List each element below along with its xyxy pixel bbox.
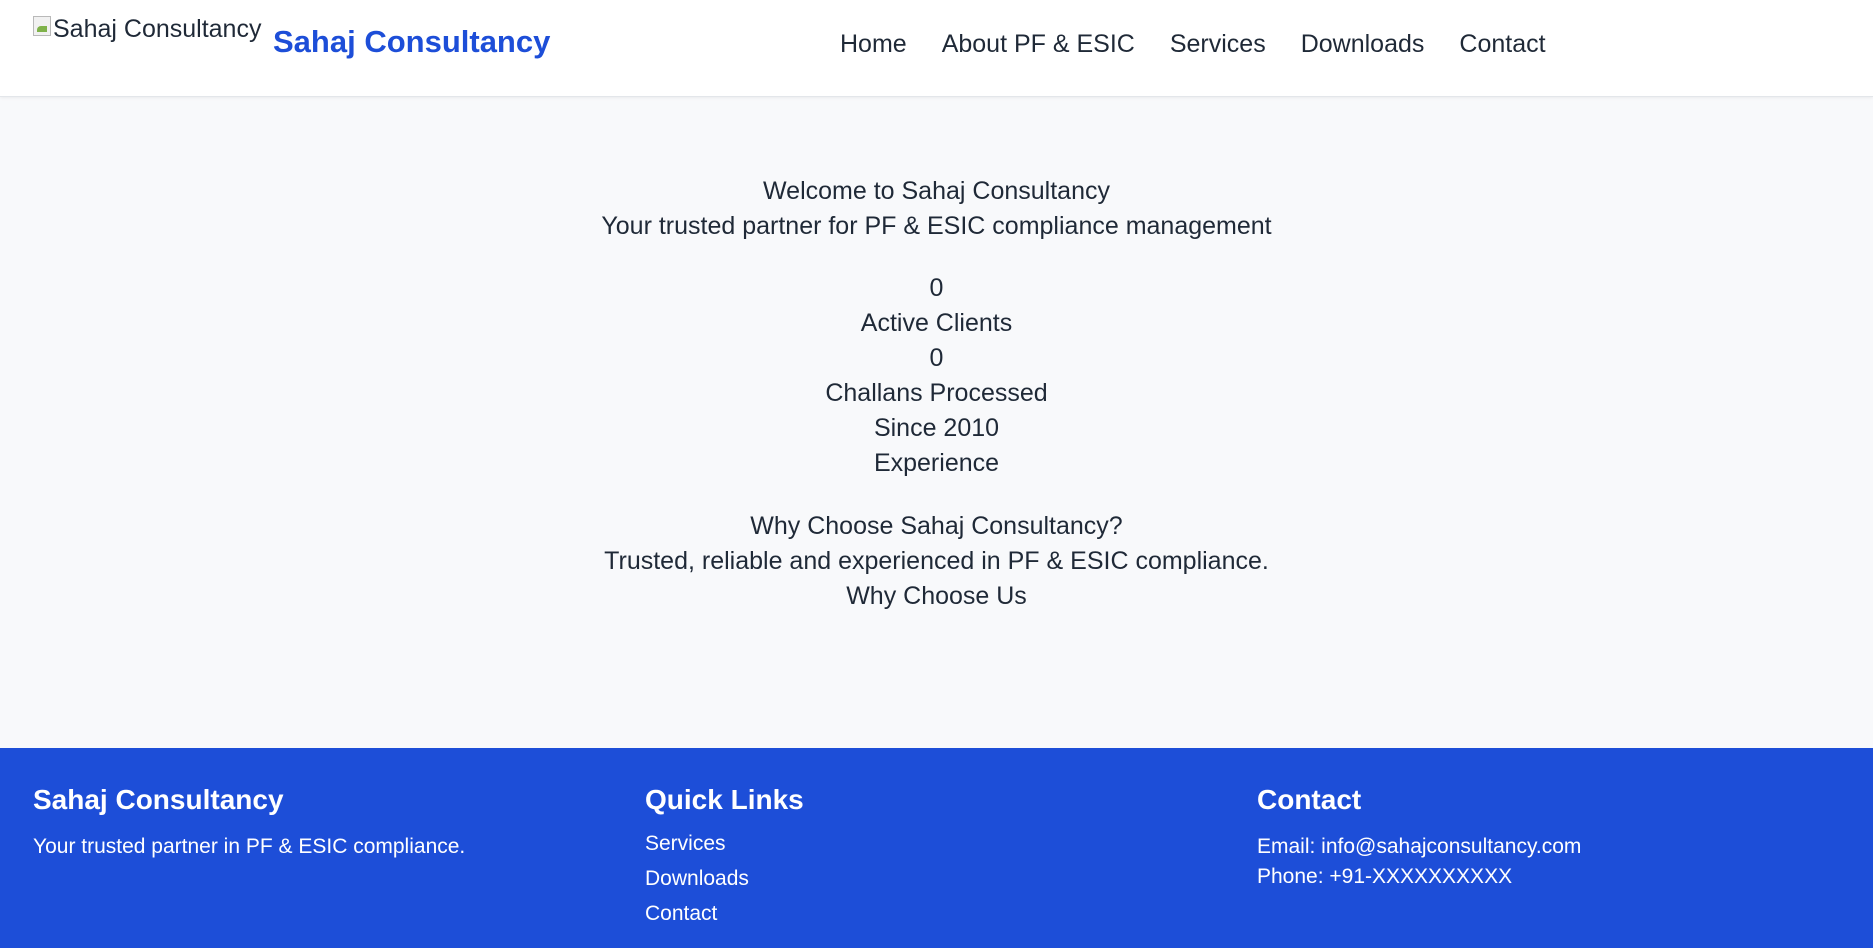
hero-title: Welcome to Sahaj Consultancy xyxy=(763,177,1110,205)
why-section: Why Choose Sahaj Consultancy? Trusted, r… xyxy=(0,509,1873,614)
why-label: Why Choose Us xyxy=(846,582,1027,610)
logo-alt-text: Sahaj Consultancy xyxy=(53,15,262,43)
why-title: Why Choose Sahaj Consultancy? xyxy=(750,512,1123,540)
stat-experience-value: Since 2010 xyxy=(873,414,1000,442)
footer-link-downloads[interactable]: Downloads xyxy=(645,867,804,891)
nav-home[interactable]: Home xyxy=(840,30,907,59)
footer-contact: Contact Email: info@sahajconsultancy.com… xyxy=(1257,784,1581,892)
footer-link-services[interactable]: Services xyxy=(645,832,804,856)
main-nav: Home About PF & ESIC Services Downloads … xyxy=(840,30,1546,59)
site-header: Sahaj Consultancy Sahaj Consultancy Home… xyxy=(0,0,1873,97)
footer-links-title: Quick Links xyxy=(645,784,804,815)
footer-contact-title: Contact xyxy=(1257,784,1362,815)
footer-contact-phone: Phone: +91-XXXXXXXXXX xyxy=(1257,865,1513,888)
nav-services[interactable]: Services xyxy=(1170,30,1266,59)
why-text: Trusted, reliable and experienced in PF … xyxy=(604,547,1269,575)
nav-contact[interactable]: Contact xyxy=(1459,30,1545,59)
nav-about[interactable]: About PF & ESIC xyxy=(942,30,1135,59)
footer-link-contact[interactable]: Contact xyxy=(645,902,804,926)
hero-subtitle: Your trusted partner for PF & ESIC compl… xyxy=(601,212,1272,240)
footer-quick-links: Quick Links Services Downloads Contact xyxy=(645,784,804,937)
main-content: Welcome to Sahaj Consultancy Your truste… xyxy=(0,98,1873,748)
stat-challans-value: 0 xyxy=(929,344,944,372)
brand-name[interactable]: Sahaj Consultancy xyxy=(273,24,550,60)
stat-clients-label: Active Clients xyxy=(860,309,1013,337)
logo-image[interactable]: Sahaj Consultancy xyxy=(33,15,261,44)
site-footer: Sahaj Consultancy Your trusted partner i… xyxy=(0,748,1873,948)
footer-about: Sahaj Consultancy Your trusted partner i… xyxy=(33,784,465,862)
hero-section: Welcome to Sahaj Consultancy Your truste… xyxy=(0,174,1873,244)
footer-about-title: Sahaj Consultancy xyxy=(33,784,284,815)
stat-clients-value: 0 xyxy=(929,274,944,302)
stats-section: 0 Active Clients 0 Challans Processed Si… xyxy=(0,271,1873,481)
nav-downloads[interactable]: Downloads xyxy=(1301,30,1425,59)
footer-about-text: Your trusted partner in PF & ESIC compli… xyxy=(33,835,466,858)
footer-contact-email: Email: info@sahajconsultancy.com xyxy=(1257,835,1582,858)
broken-image-icon xyxy=(33,16,51,36)
stat-experience-label: Experience xyxy=(873,449,1000,477)
stat-challans-label: Challans Processed xyxy=(825,379,1048,407)
